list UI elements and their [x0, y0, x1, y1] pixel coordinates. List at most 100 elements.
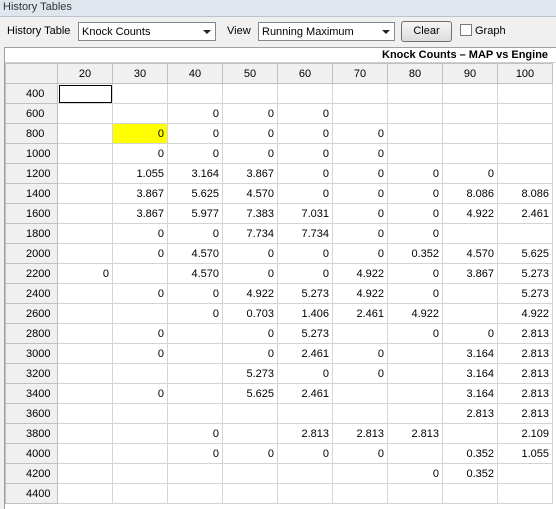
table-cell[interactable]	[57, 343, 113, 364]
column-header[interactable]: 90	[442, 63, 498, 84]
table-cell[interactable]	[277, 463, 333, 484]
table-cell[interactable]	[387, 83, 443, 104]
row-header[interactable]: 1800	[5, 223, 58, 244]
table-cell[interactable]	[57, 203, 113, 224]
table-cell[interactable]: 8.086	[442, 183, 498, 204]
table-cell[interactable]	[57, 483, 113, 504]
table-cell[interactable]: 0	[167, 303, 223, 324]
table-cell[interactable]	[387, 143, 443, 164]
row-header[interactable]: 3000	[5, 343, 58, 364]
table-cell[interactable]: 4.922	[387, 303, 443, 324]
table-cell[interactable]: 0	[277, 103, 333, 124]
column-header[interactable]: 60	[277, 63, 333, 84]
row-header[interactable]: 1600	[5, 203, 58, 224]
table-cell[interactable]: 2.813	[497, 403, 553, 424]
table-cell[interactable]	[167, 403, 223, 424]
table-cell[interactable]: 0	[222, 123, 278, 144]
table-cell[interactable]	[277, 483, 333, 504]
table-cell[interactable]: 2.461	[497, 203, 553, 224]
table-cell[interactable]	[112, 423, 168, 444]
table-cell[interactable]: 2.461	[332, 303, 388, 324]
table-cell[interactable]	[222, 463, 278, 484]
table-cell[interactable]: 3.867	[222, 163, 278, 184]
table-cell[interactable]	[167, 323, 223, 344]
table-cell[interactable]: 0	[112, 243, 168, 264]
table-cell[interactable]: 0	[332, 203, 388, 224]
table-cell[interactable]: 5.273	[497, 263, 553, 284]
table-cell[interactable]	[112, 263, 168, 284]
table-cell[interactable]: 1.055	[497, 443, 553, 464]
table-cell[interactable]	[222, 483, 278, 504]
table-cell[interactable]	[57, 223, 113, 244]
table-cell[interactable]	[332, 83, 388, 104]
table-cell[interactable]: 0.352	[442, 463, 498, 484]
table-cell[interactable]	[112, 463, 168, 484]
table-cell[interactable]	[167, 383, 223, 404]
table-cell[interactable]	[57, 383, 113, 404]
table-cell[interactable]	[387, 103, 443, 124]
table-cell[interactable]: 5.273	[277, 283, 333, 304]
table-cell[interactable]	[167, 463, 223, 484]
table-cell[interactable]	[112, 103, 168, 124]
table-cell[interactable]	[387, 403, 443, 424]
table-cell[interactable]: 0.703	[222, 303, 278, 324]
table-cell[interactable]	[57, 103, 113, 124]
table-cell[interactable]: 0	[277, 443, 333, 464]
table-cell[interactable]: 0	[112, 383, 168, 404]
table-cell[interactable]: 0	[222, 243, 278, 264]
table-cell[interactable]: 0	[112, 343, 168, 364]
table-cell[interactable]: 0	[387, 183, 443, 204]
table-cell[interactable]: 0	[112, 143, 168, 164]
table-cell[interactable]	[332, 403, 388, 424]
table-cell[interactable]	[167, 363, 223, 384]
table-cell[interactable]: 5.977	[167, 203, 223, 224]
table-cell[interactable]	[112, 403, 168, 424]
column-header[interactable]: 100	[497, 63, 553, 84]
table-cell[interactable]: 0	[277, 123, 333, 144]
table-cell[interactable]: 1.406	[277, 303, 333, 324]
table-cell[interactable]: 2.813	[497, 383, 553, 404]
table-cell[interactable]	[387, 343, 443, 364]
table-cell[interactable]	[112, 443, 168, 464]
column-header[interactable]: 30	[112, 63, 168, 84]
table-cell[interactable]	[497, 223, 553, 244]
row-header[interactable]: 4400	[5, 483, 58, 504]
table-cell[interactable]: 0	[442, 323, 498, 344]
table-cell[interactable]: 3.867	[442, 263, 498, 284]
history-table-select[interactable]: Knock Counts	[78, 22, 216, 41]
table-cell[interactable]: 0	[332, 223, 388, 244]
row-header[interactable]: 4200	[5, 463, 58, 484]
table-cell[interactable]	[497, 163, 553, 184]
table-cell[interactable]: 7.031	[277, 203, 333, 224]
table-cell[interactable]	[442, 423, 498, 444]
table-cell[interactable]: 0	[332, 243, 388, 264]
table-cell[interactable]: 2.813	[442, 403, 498, 424]
table-cell[interactable]: 0	[167, 423, 223, 444]
table-cell[interactable]	[442, 103, 498, 124]
table-cell[interactable]	[112, 363, 168, 384]
table-cell[interactable]	[167, 343, 223, 364]
table-cell[interactable]: 0	[222, 263, 278, 284]
table-cell[interactable]	[57, 323, 113, 344]
table-cell[interactable]: 0	[222, 443, 278, 464]
table-cell[interactable]: 0	[387, 223, 443, 244]
table-cell[interactable]: 0	[112, 123, 168, 144]
table-cell[interactable]: 2.813	[497, 343, 553, 364]
table-cell[interactable]: 0	[112, 283, 168, 304]
row-header[interactable]: 600	[5, 103, 58, 124]
table-cell[interactable]	[442, 83, 498, 104]
table-cell[interactable]: 7.734	[277, 223, 333, 244]
table-cell[interactable]: 3.164	[167, 163, 223, 184]
table-cell[interactable]	[57, 243, 113, 264]
table-cell[interactable]: 0	[167, 223, 223, 244]
column-header[interactable]: 70	[332, 63, 388, 84]
column-header[interactable]: 40	[167, 63, 223, 84]
table-cell[interactable]: 4.570	[167, 243, 223, 264]
table-cell[interactable]	[57, 303, 113, 324]
table-cell[interactable]	[497, 83, 553, 104]
table-cell[interactable]	[167, 483, 223, 504]
table-cell[interactable]	[57, 163, 113, 184]
table-cell[interactable]: 0.352	[442, 443, 498, 464]
table-cell[interactable]: 0	[222, 143, 278, 164]
table-cell[interactable]: 4.570	[167, 263, 223, 284]
